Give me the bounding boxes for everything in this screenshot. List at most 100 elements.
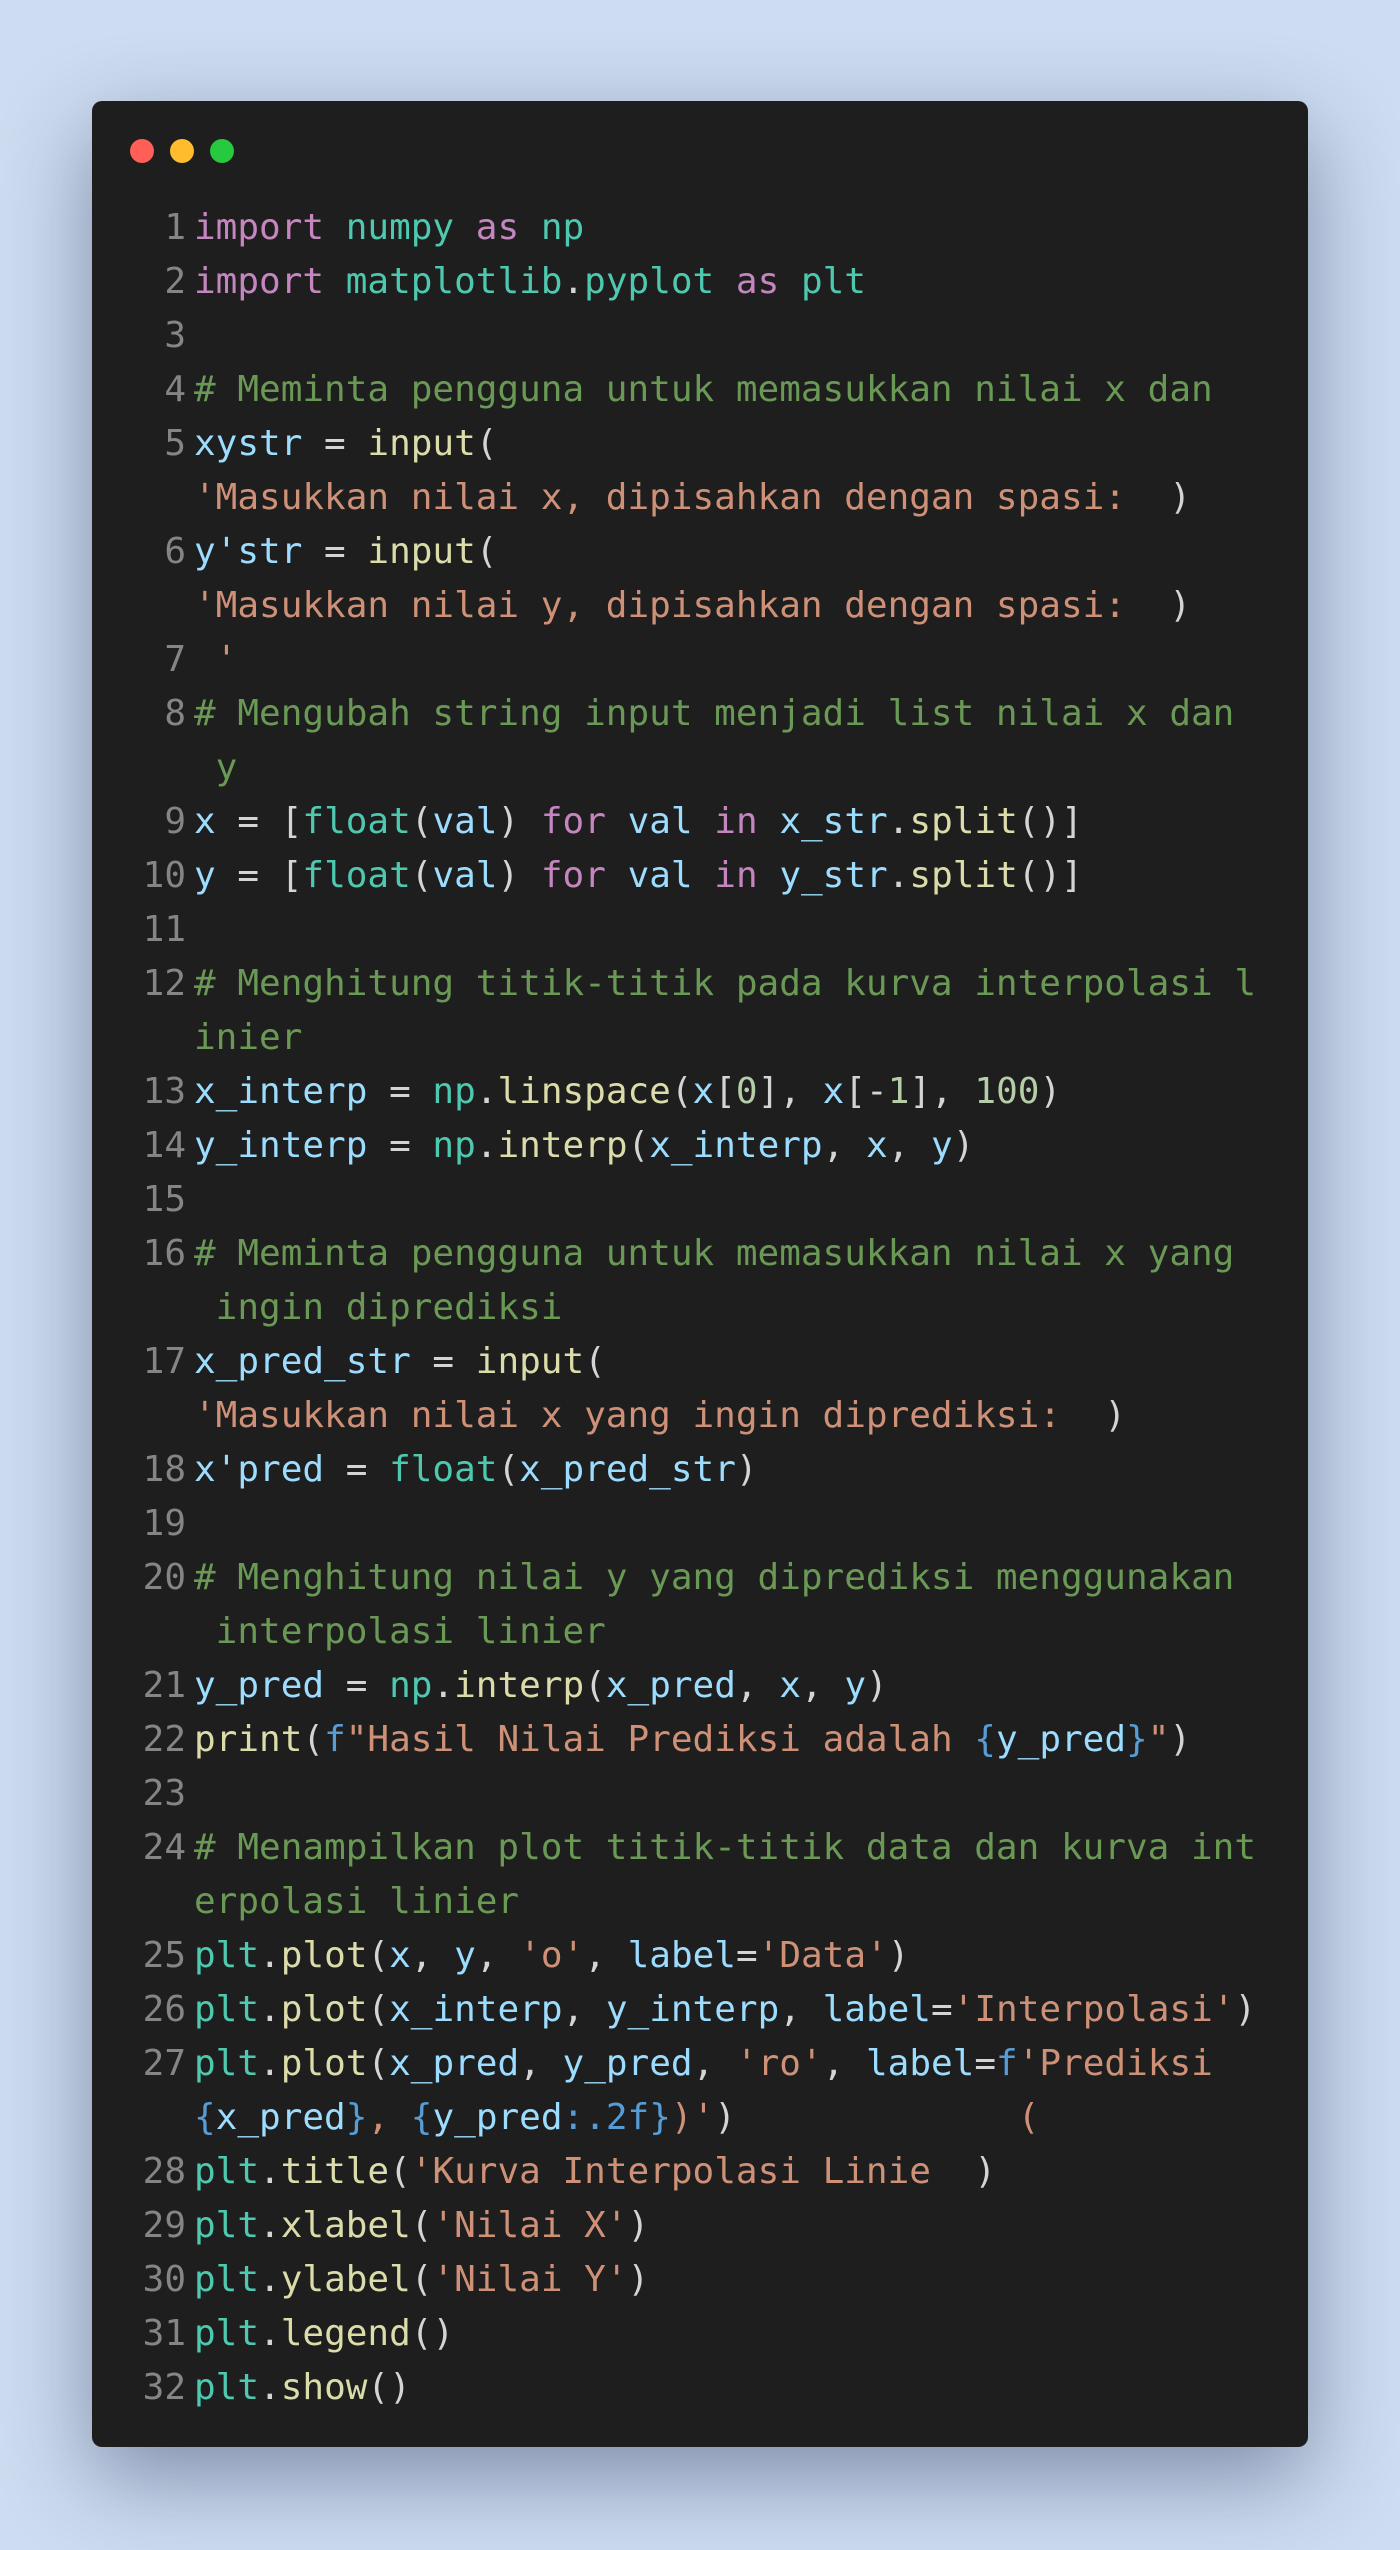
code-token: ) bbox=[735, 1449, 758, 1490]
line-number: 28 bbox=[142, 2151, 186, 2192]
line-number: 20 bbox=[142, 1557, 186, 1598]
code-token: . bbox=[475, 1125, 498, 1166]
code-token: ylabel bbox=[280, 2259, 411, 2300]
code-token: x_pred_str bbox=[194, 1341, 411, 1382]
code-token: val bbox=[432, 801, 498, 842]
line-text: 'Masukkan nilai y, dipisahkan dengan spa… bbox=[194, 579, 1268, 633]
code-token: . bbox=[887, 801, 910, 842]
code-token: x_pred bbox=[605, 1665, 736, 1706]
code-line: 22 print(f"Hasil Nilai Prediksi adalah {y… bbox=[128, 1713, 1268, 1767]
code-line: 7 ' bbox=[128, 633, 1268, 687]
code-token: 'Masukkan nilai y, dipisahkan dengan spa… bbox=[194, 585, 1170, 626]
code-token: 'ro' bbox=[735, 2043, 823, 2084]
code-token: import bbox=[194, 261, 325, 302]
code-token: ( bbox=[475, 423, 498, 464]
code-window: 1 import numpy as np 2 import matplotlib.py… bbox=[92, 101, 1308, 2447]
code-token: = bbox=[324, 1665, 390, 1706]
code-token: plt bbox=[194, 2151, 260, 2192]
code-token: = bbox=[324, 1449, 390, 1490]
code-token: 'Masukkan nilai x yang ingin diprediksi: bbox=[194, 1395, 1105, 1436]
code-token: { bbox=[974, 1719, 996, 1760]
code-token: input bbox=[367, 423, 476, 464]
code-line: 5 xystr = input( bbox=[128, 417, 1268, 471]
code-token: = bbox=[367, 1071, 433, 1112]
code-token: label bbox=[627, 1935, 736, 1976]
code-token: ], bbox=[757, 1071, 823, 1112]
code-token: ( bbox=[389, 2151, 411, 2192]
code-token: # Menghitung titik-titik pada kurva inte… bbox=[194, 963, 1257, 1004]
code-token: y bbox=[194, 747, 238, 788]
code-token: ( bbox=[584, 1665, 606, 1706]
close-dot-icon[interactable] bbox=[130, 139, 154, 163]
line-text: # Menampilkan plot titik-titik data dan … bbox=[194, 1821, 1268, 1875]
window-controls bbox=[130, 139, 234, 163]
code-token: plt bbox=[194, 2367, 260, 2408]
line-text: x'pred = float(x_pred_str) bbox=[194, 1443, 1268, 1497]
code-token: , bbox=[800, 1665, 845, 1706]
code-token: interp bbox=[497, 1125, 628, 1166]
code-token: np bbox=[432, 1125, 476, 1166]
code-token: plt bbox=[194, 1935, 260, 1976]
code-token: } bbox=[345, 2097, 368, 2138]
line-text: plt.legend() bbox=[194, 2307, 1268, 2361]
code-token: ) bbox=[497, 801, 541, 842]
line-text bbox=[194, 1497, 1268, 1551]
code-token: plt bbox=[194, 2313, 260, 2354]
code-token: . bbox=[259, 2367, 281, 2408]
code-token: ) bbox=[1169, 477, 1192, 518]
line-text: # Menghitung titik-titik pada kurva inte… bbox=[194, 957, 1268, 1011]
line-text: import numpy as np bbox=[194, 201, 1268, 255]
code-line: 19 bbox=[128, 1497, 1268, 1551]
code-token: ( bbox=[410, 2259, 433, 2300]
code-token: numpy bbox=[345, 207, 455, 248]
line-text: y_interp = np.interp(x_interp, x, y) bbox=[194, 1119, 1268, 1173]
code-line: 'Masukkan nilai x yang ingin diprediksi:… bbox=[128, 1389, 1268, 1443]
line-number: 27 bbox=[142, 2043, 186, 2084]
code-token: . bbox=[475, 1071, 498, 1112]
line-number bbox=[128, 2091, 186, 2145]
code-token: , bbox=[562, 1989, 606, 2030]
line-number: 15 bbox=[142, 1179, 186, 1220]
code-token: # Meminta pengguna untuk memasukkan nila… bbox=[194, 1233, 1235, 1274]
maximize-dot-icon[interactable] bbox=[210, 139, 234, 163]
code-line: 1 import numpy as np bbox=[128, 201, 1268, 255]
code-token: matplotlib bbox=[345, 261, 563, 302]
code-token: x bbox=[779, 1665, 801, 1706]
code-editor[interactable]: 1 import numpy as np 2 import matplotlib.py… bbox=[128, 201, 1268, 2415]
code-token: val bbox=[627, 801, 693, 842]
code-line: 28 plt.title('Kurva Interpolasi Linie ) bbox=[128, 2145, 1268, 2199]
code-line: 18 x'pred = float(x_pred_str) bbox=[128, 1443, 1268, 1497]
code-token: y bbox=[194, 855, 216, 896]
minimize-dot-icon[interactable] bbox=[170, 139, 194, 163]
code-token: y_pred bbox=[995, 1719, 1127, 1760]
code-line: ingin diprediksi bbox=[128, 1281, 1268, 1335]
code-line: 16 # Meminta pengguna untuk memasukkan ni… bbox=[128, 1227, 1268, 1281]
line-text: interpolasi linier bbox=[194, 1605, 1268, 1659]
line-text: plt.ylabel('Nilai Y') bbox=[194, 2253, 1268, 2307]
code-token: np bbox=[389, 1665, 433, 1706]
code-line: 30 plt.ylabel('Nilai Y') bbox=[128, 2253, 1268, 2307]
code-token: ) bbox=[866, 1665, 888, 1706]
line-text: y'str = input( bbox=[194, 525, 1268, 579]
line-number: 2 bbox=[164, 261, 186, 302]
code-line: 29 plt.xlabel('Nilai X') bbox=[128, 2199, 1268, 2253]
code-token: ( bbox=[302, 1719, 325, 1760]
code-token: input bbox=[475, 1341, 585, 1382]
line-number bbox=[128, 471, 186, 525]
code-token: xlabel bbox=[280, 2205, 411, 2246]
line-number bbox=[128, 1281, 186, 1335]
code-token: ( bbox=[410, 801, 433, 842]
code-token: ( bbox=[367, 1989, 390, 2030]
code-token: legend bbox=[280, 2313, 411, 2354]
code-token: y bbox=[454, 1935, 476, 1976]
code-token: linspace bbox=[497, 1071, 671, 1112]
line-text: ingin diprediksi bbox=[194, 1281, 1268, 1335]
code-token: x_pred bbox=[215, 2097, 346, 2138]
code-token: ( bbox=[367, 1935, 390, 1976]
line-number bbox=[128, 579, 186, 633]
code-token: ' bbox=[194, 639, 238, 680]
